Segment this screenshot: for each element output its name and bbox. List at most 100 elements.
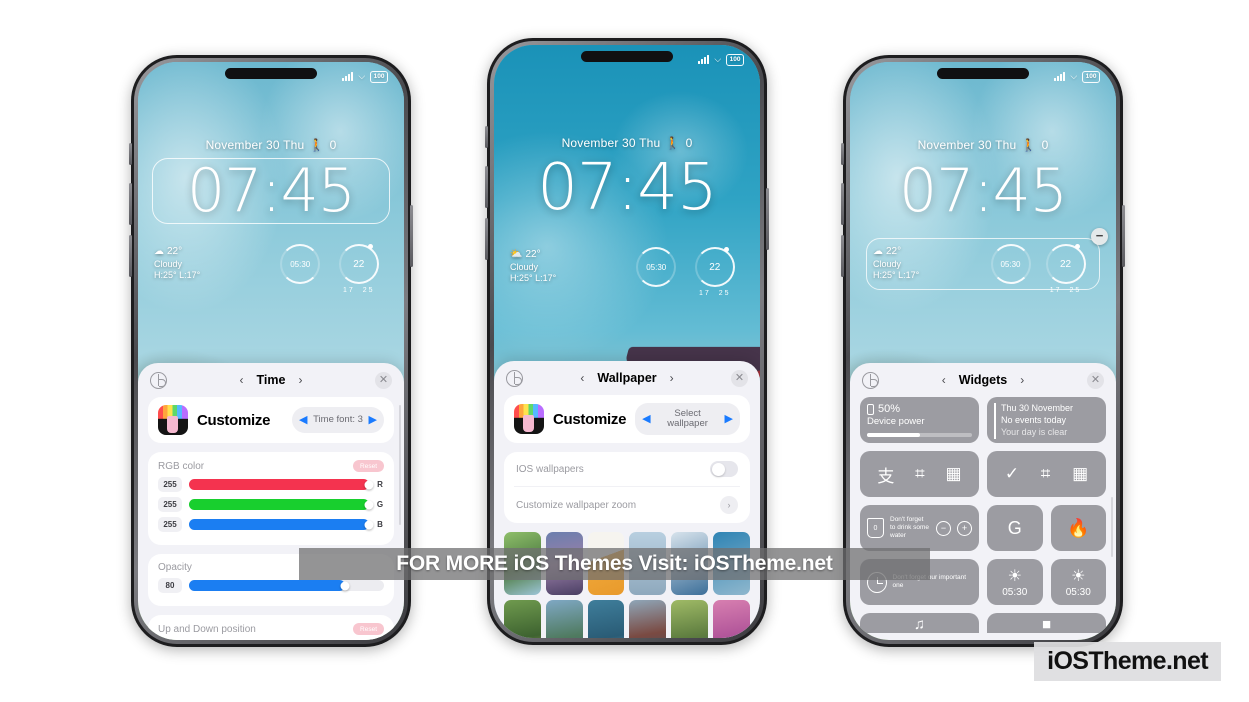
select-wallpaper-stepper[interactable]: ◀ Select wallpaper ▶ [635, 403, 740, 435]
ios-wallpapers-toggle[interactable] [710, 461, 738, 477]
power-button[interactable] [766, 188, 769, 250]
next-page-button[interactable]: › [298, 373, 302, 387]
app-logo-icon [158, 405, 188, 435]
weather-widget[interactable]: ⛅ 22° Cloudy H:25° L:17° [510, 249, 627, 285]
alarm-ring-widget[interactable]: 05:30 [636, 247, 677, 287]
weather-widget[interactable]: ☁ 22° Cloudy H:25° L:17° [154, 246, 271, 282]
sheet-title-group: ‹ Wallpaper › [523, 371, 731, 385]
widget-water-tracker[interactable]: 0 Don't forget to drink some water − + [860, 505, 979, 551]
close-icon[interactable]: ✕ [731, 369, 748, 387]
scan-icon[interactable]: ⌗ [1041, 464, 1051, 484]
temperature-ring-widget[interactable]: 22 17 25 [338, 244, 379, 294]
widget-partial-gallery[interactable]: ■ [987, 613, 1106, 633]
volume-up-button[interactable] [485, 166, 488, 208]
wallpaper-thumb[interactable] [671, 599, 709, 638]
volume-up-button[interactable] [129, 183, 132, 225]
volume-down-button[interactable] [485, 218, 488, 260]
settings-dial-icon[interactable] [506, 369, 523, 387]
widget-alarm-b[interactable]: ☀ 05:30 [1050, 559, 1106, 605]
time-font-stepper[interactable]: ◀ Time font: 3 ▶ [292, 407, 384, 433]
rgb-slider-b[interactable]: 255 B [158, 517, 384, 532]
temperature-ring-widget[interactable]: 22 17 25 [1045, 244, 1086, 294]
alarm-ring-widget[interactable]: 05:30 [990, 244, 1031, 284]
widget-bonfire[interactable]: 🔥 [1050, 505, 1106, 551]
widget-partial-music[interactable]: ♫ [860, 613, 979, 633]
temp-ring-value: 22 [353, 258, 365, 270]
widget-calendar[interactable]: Thu 30 November No events today Your day… [987, 397, 1106, 443]
ios-wallpapers-row[interactable]: IOS wallpapers [514, 452, 740, 486]
chevron-right-icon[interactable]: › [720, 496, 738, 514]
scan-icon[interactable]: ⌗ [915, 464, 925, 484]
wechat-icon[interactable]: ✓ [1005, 464, 1019, 484]
lock-clock[interactable]: 07:45 [152, 156, 390, 226]
rgb-track-r[interactable] [189, 479, 374, 490]
scrollbar[interactable] [398, 405, 401, 525]
widget-alipay-shortcut[interactable]: 支 ⌗ ▦ [860, 451, 979, 497]
status-bar: ⌵ 100 [1054, 71, 1100, 83]
mute-switch[interactable] [485, 126, 488, 148]
next-page-button[interactable]: › [1020, 373, 1024, 387]
weather-temperature: 22° [525, 249, 541, 261]
rgb-track-b[interactable] [189, 519, 374, 530]
qr-code-icon[interactable]: ▦ [946, 464, 962, 484]
power-button[interactable] [410, 205, 413, 267]
wallpaper-thumb[interactable] [545, 599, 583, 638]
rgb-reset-button[interactable]: Reset [353, 460, 384, 472]
alipay-icon[interactable]: 支 [877, 462, 894, 487]
opacity-slider[interactable]: 80 [158, 578, 384, 593]
next-page-button[interactable]: › [670, 371, 674, 385]
mute-switch[interactable] [129, 143, 132, 165]
rgb-value-r: 255 [158, 477, 182, 492]
opacity-track[interactable] [189, 580, 384, 591]
mute-switch[interactable] [841, 143, 844, 165]
widget-wechat-shortcut[interactable]: ✓ ⌗ ▦ [987, 451, 1106, 497]
widget-device-power[interactable]: 50% Device power [860, 397, 979, 443]
stepper-right-icon[interactable]: ▶ [725, 413, 733, 425]
wallpaper-zoom-row[interactable]: Customize wallpaper zoom › [514, 486, 740, 523]
lock-clock[interactable]: 07:45 [508, 151, 746, 225]
alarm-ring-widget[interactable]: 05:30 [280, 244, 321, 284]
rgb-value-g: 255 [158, 497, 182, 512]
rgb-value-b: 255 [158, 517, 182, 532]
prev-page-button[interactable]: ‹ [942, 373, 946, 387]
power-button[interactable] [1122, 205, 1125, 267]
wallpaper-thumb[interactable] [504, 599, 541, 638]
stepper-left-icon[interactable]: ◀ [642, 413, 650, 425]
volume-up-button[interactable] [841, 183, 844, 225]
rgb-track-g[interactable] [189, 499, 374, 510]
volume-down-button[interactable] [129, 235, 132, 277]
walk-icon: 🚶 [1021, 138, 1037, 152]
stepper-left-icon[interactable]: ◀ [299, 414, 307, 426]
prev-page-button[interactable]: ‹ [240, 373, 244, 387]
ring-widgets: 05:30 22 17 25 [271, 244, 388, 294]
date-strip: November 30 Thu 🚶 0 [138, 138, 404, 152]
remove-widget-button[interactable]: − [1091, 228, 1108, 245]
position-reset-button[interactable]: Reset [353, 623, 384, 635]
widget-alarm-a[interactable]: ☀ 05:30 [987, 559, 1043, 605]
scrollbar[interactable] [1110, 497, 1113, 557]
weather-widget[interactable]: ☁ 22° Cloudy H:25° L:17° [873, 246, 983, 282]
rgb-slider-r[interactable]: 255 R [158, 477, 384, 492]
prev-page-button[interactable]: ‹ [580, 371, 584, 385]
wallpaper-thumb[interactable] [587, 599, 625, 638]
rgb-slider-g[interactable]: 255 G [158, 497, 384, 512]
volume-down-button[interactable] [841, 235, 844, 277]
widget-google[interactable]: G [987, 505, 1043, 551]
temp-ring-high: 25 [718, 290, 731, 297]
close-icon[interactable]: ✕ [1087, 371, 1104, 389]
settings-sheet-wallpaper: ‹ Wallpaper › ✕ Customize ◀ Select wallp… [494, 361, 760, 638]
water-minus-button[interactable]: − [936, 520, 951, 536]
settings-dial-icon[interactable] [150, 371, 167, 389]
settings-dial-icon[interactable] [862, 371, 879, 389]
wallpaper-thumb[interactable] [629, 599, 667, 638]
lock-clock[interactable]: 07:45 [864, 156, 1102, 226]
water-plus-button[interactable]: + [957, 520, 972, 536]
cellular-signal-icon [1054, 72, 1066, 82]
wallpaper-thumb[interactable] [713, 599, 750, 638]
temperature-ring-widget[interactable]: 22 17 25 [694, 247, 735, 297]
stepper-right-icon[interactable]: ▶ [369, 414, 377, 426]
status-bar: ⌵ 100 [342, 71, 388, 83]
qr-code-icon[interactable]: ▦ [1072, 464, 1088, 484]
close-icon[interactable]: ✕ [375, 371, 392, 389]
lock-widget-row-editable[interactable]: − ☁ 22° Cloudy H:25° L:17° 05:30 22 17 2… [866, 228, 1108, 294]
